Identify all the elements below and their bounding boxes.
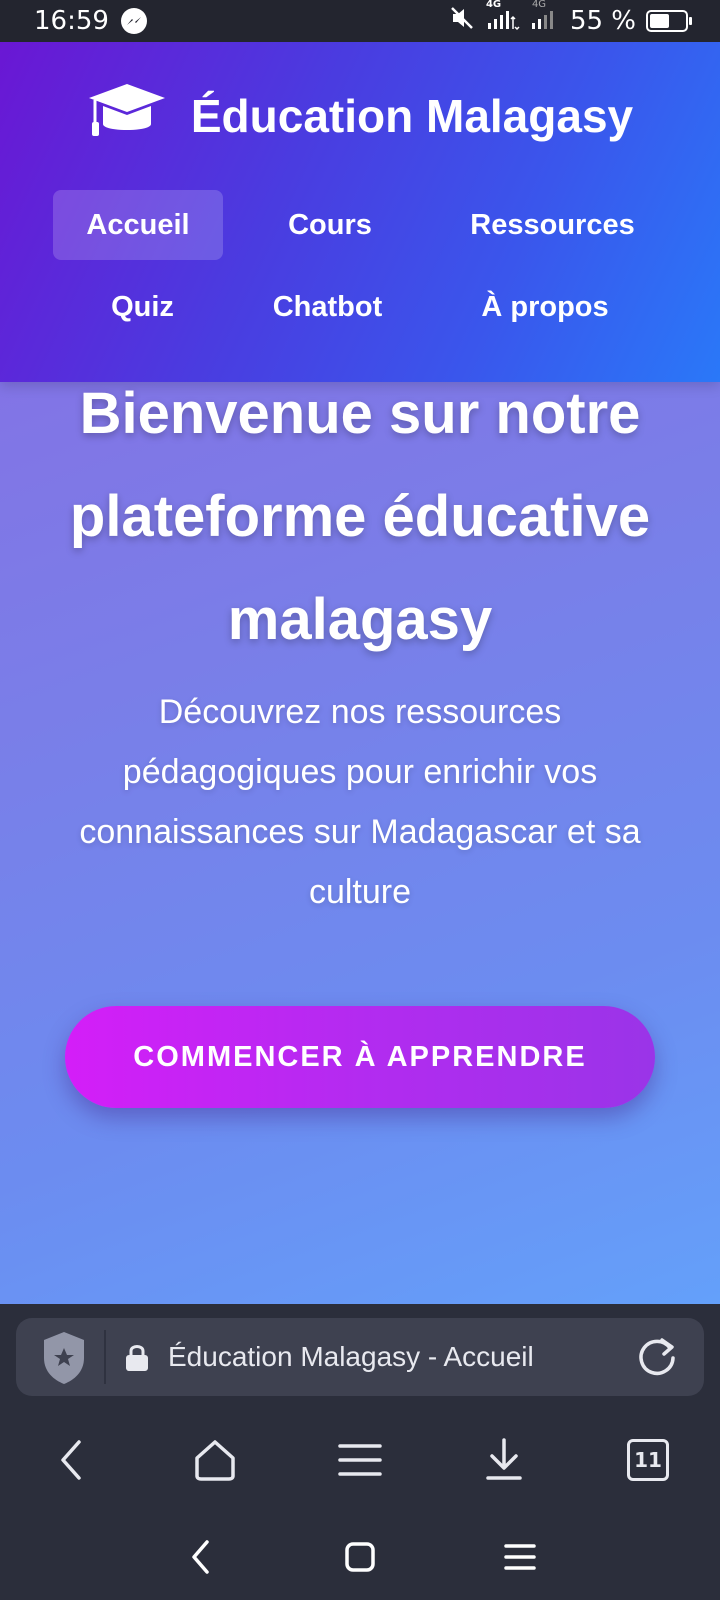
browser-url-area: Éducation Malagasy - Accueil <box>0 1304 720 1404</box>
nav-item-ressources[interactable]: Ressources <box>450 190 655 260</box>
mute-icon <box>450 6 476 37</box>
hero-title-line: Bienvenue sur notre <box>79 381 641 446</box>
start-learning-button[interactable]: COMMENCER À APPRENDRE <box>65 1006 655 1108</box>
url-bar[interactable]: Éducation Malagasy - Accueil <box>16 1318 704 1396</box>
status-bar: 16:59 4G 4G 55 % <box>0 0 720 42</box>
hero-title-line: malagasy <box>227 587 493 652</box>
web-page: Éducation Malagasy Accueil Cours Ressour… <box>0 42 720 1304</box>
hero-title-line: plateforme éducative <box>69 484 651 549</box>
nav-item-a-propos[interactable]: À propos <box>465 272 625 342</box>
download-icon[interactable] <box>474 1430 534 1490</box>
nav-item-quiz[interactable]: Quiz <box>90 272 195 342</box>
system-navigation <box>0 1514 720 1600</box>
back-button[interactable] <box>42 1430 102 1490</box>
system-recents-icon[interactable] <box>495 1532 545 1582</box>
browser-toolbar: 11 <box>0 1404 720 1514</box>
site-header: Éducation Malagasy Accueil Cours Ressour… <box>0 42 720 382</box>
hero-title: Bienvenue sur notre plateforme éducative… <box>20 362 700 671</box>
battery-icon <box>646 10 692 32</box>
system-back-icon[interactable] <box>176 1532 226 1582</box>
messenger-icon <box>120 8 147 34</box>
graduation-cap-icon <box>87 80 167 151</box>
hero-subtitle-line: Découvrez nos ressources <box>158 693 562 731</box>
system-home-icon[interactable] <box>335 1532 385 1582</box>
reload-icon[interactable] <box>636 1336 678 1383</box>
url-divider <box>104 1330 106 1384</box>
hero-subtitle-line: connaissances sur Madagascar et sa <box>79 813 641 851</box>
network-type-label-2: 4G <box>531 0 547 10</box>
menu-icon[interactable] <box>330 1430 390 1490</box>
nav-item-cours[interactable]: Cours <box>260 190 400 260</box>
nav-item-accueil[interactable]: Accueil <box>53 190 223 260</box>
battery-percent: 55 % <box>569 6 636 36</box>
network-type-label: 4G <box>485 0 502 10</box>
brand[interactable]: Éducation Malagasy <box>0 80 720 151</box>
signal-icon-sim2: 4G <box>530 0 560 38</box>
tabs-button[interactable]: 11 <box>618 1430 678 1490</box>
hero-subtitle: Découvrez nos ressources pédagogiques po… <box>30 682 690 922</box>
nav-item-chatbot[interactable]: Chatbot <box>255 272 400 342</box>
signal-icon-sim1: 4G <box>486 0 520 38</box>
lock-icon[interactable] <box>124 1342 150 1377</box>
hero-subtitle-line: pédagogiques pour enrichir vos <box>122 753 598 791</box>
clock: 16:59 <box>34 6 109 36</box>
url-page-title[interactable]: Éducation Malagasy - Accueil <box>168 1318 534 1396</box>
tab-count: 11 <box>627 1439 669 1481</box>
home-icon[interactable] <box>185 1430 245 1490</box>
hero-subtitle-line: culture <box>308 873 412 911</box>
site-title: Éducation Malagasy <box>190 89 634 142</box>
shield-icon[interactable] <box>42 1330 86 1391</box>
